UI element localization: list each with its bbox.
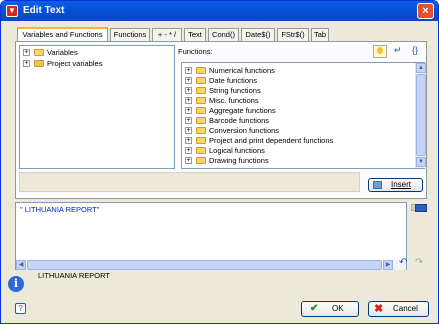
function-label: Drawing functions	[209, 156, 269, 165]
window-title: Edit Text	[23, 5, 65, 16]
expand-icon[interactable]: +	[185, 97, 192, 104]
lightbulb-icon	[377, 47, 383, 54]
folder-project-icon	[34, 60, 44, 67]
scroll-thumb[interactable]	[416, 74, 426, 156]
tab-tab[interactable]: Tab	[311, 28, 329, 41]
help-icon[interactable]: ?	[15, 303, 26, 314]
functions-tree[interactable]: + Numerical functions + Date functions + Stri…	[181, 62, 426, 169]
folder-icon	[196, 137, 206, 144]
function-label: Barcode functions	[209, 116, 270, 125]
tree-item-label: Project variables	[47, 59, 103, 68]
folder-icon	[196, 77, 206, 84]
ok-label: OK	[332, 304, 344, 313]
tab-fstr[interactable]: FStr$()	[277, 28, 309, 41]
scroll-left-icon[interactable]: ◀	[16, 260, 26, 270]
cancel-label: Cancel	[393, 304, 418, 313]
functions-header: Functions:	[178, 47, 213, 56]
expand-icon[interactable]: +	[185, 157, 192, 164]
app-icon: ▼	[6, 5, 18, 17]
folder-icon	[196, 87, 206, 94]
check-icon: ✔	[310, 303, 319, 314]
hscroll-thumb[interactable]	[27, 260, 382, 270]
folder-icon	[196, 157, 206, 164]
folder-icon	[196, 107, 206, 114]
folder-icon	[196, 117, 206, 124]
tab-functions[interactable]: Functions	[110, 28, 150, 41]
lightbulb-button[interactable]	[373, 45, 387, 58]
expand-icon[interactable]: +	[23, 49, 30, 56]
expand-icon[interactable]: +	[185, 127, 192, 134]
expand-icon[interactable]: +	[185, 137, 192, 144]
edit-text-window: ▼ Edit Text × Variables and Functions Fu…	[0, 0, 439, 324]
close-button[interactable]: ×	[417, 3, 434, 19]
insert-label: Insert	[391, 180, 412, 189]
tab-text[interactable]: Text	[184, 28, 206, 41]
function-label: Aggregate functions	[209, 106, 276, 115]
undo-icon[interactable]: ↶	[399, 257, 407, 268]
close-icon: ×	[422, 5, 429, 17]
tab-operators[interactable]: + - * /	[152, 28, 182, 41]
cancel-button[interactable]: ✖ Cancel	[368, 301, 429, 317]
expression-editor[interactable]: " LITHUANIA REPORT" ◀ ▶	[15, 202, 407, 270]
function-label: Project and print dependent functions	[209, 136, 334, 145]
title-bar[interactable]: ▼ Edit Text ×	[1, 1, 438, 21]
expression-text[interactable]: " LITHUANIA REPORT"	[20, 205, 99, 214]
scroll-down-icon[interactable]: ▼	[416, 157, 426, 167]
scroll-up-icon[interactable]: ▲	[416, 63, 426, 73]
folder-icon	[196, 147, 206, 154]
cancel-x-icon: ✖	[374, 303, 384, 315]
expand-icon[interactable]: +	[185, 87, 192, 94]
function-label: Logical functions	[209, 146, 265, 155]
folder-icon	[196, 127, 206, 134]
function-label: Numerical functions	[209, 66, 275, 75]
expand-icon[interactable]: +	[185, 107, 192, 114]
expand-icon[interactable]: +	[185, 77, 192, 84]
tab-page: + Variables + Project variables Function…	[15, 41, 427, 199]
expand-icon[interactable]: +	[185, 147, 192, 154]
expand-icon[interactable]: +	[185, 67, 192, 74]
result-text: LITHUANIA REPORT	[38, 271, 110, 280]
tree-item-label: Variables	[47, 48, 78, 57]
description-area	[19, 172, 360, 192]
expand-icon[interactable]: +	[23, 60, 30, 67]
redo-icon[interactable]: ↷	[415, 257, 423, 268]
insert-button[interactable]: Insert	[368, 178, 423, 192]
insert-icon	[373, 181, 382, 189]
folder-icon	[196, 97, 206, 104]
function-label: String functions	[209, 86, 261, 95]
result-area: i LITHUANIA REPORT	[6, 270, 434, 294]
expression-hscrollbar[interactable]: ◀ ▶	[16, 260, 406, 270]
folder-icon	[196, 67, 206, 74]
return-arrow-icon[interactable]: ↵	[394, 45, 402, 56]
functions-scrollbar[interactable]: ▲ ▼	[415, 63, 426, 168]
function-label: Date functions	[209, 76, 257, 85]
function-label: Conversion functions	[209, 126, 280, 135]
function-label: Misc. functions	[209, 96, 259, 105]
info-icon: i	[8, 276, 24, 292]
folder-variables-icon	[34, 49, 44, 56]
ok-button[interactable]: ✔ OK	[301, 301, 359, 317]
tab-cond[interactable]: Cond()	[208, 28, 239, 41]
tab-variables-and-functions[interactable]: Variables and Functions	[17, 27, 108, 42]
variables-tree[interactable]: + Variables + Project variables	[19, 45, 175, 169]
braces-icon[interactable]: {}	[412, 45, 418, 55]
expand-icon[interactable]: +	[185, 117, 192, 124]
scroll-right-icon[interactable]: ▶	[383, 260, 393, 270]
tab-date[interactable]: Date$()	[241, 28, 275, 41]
keyboard-icon[interactable]	[415, 204, 427, 212]
